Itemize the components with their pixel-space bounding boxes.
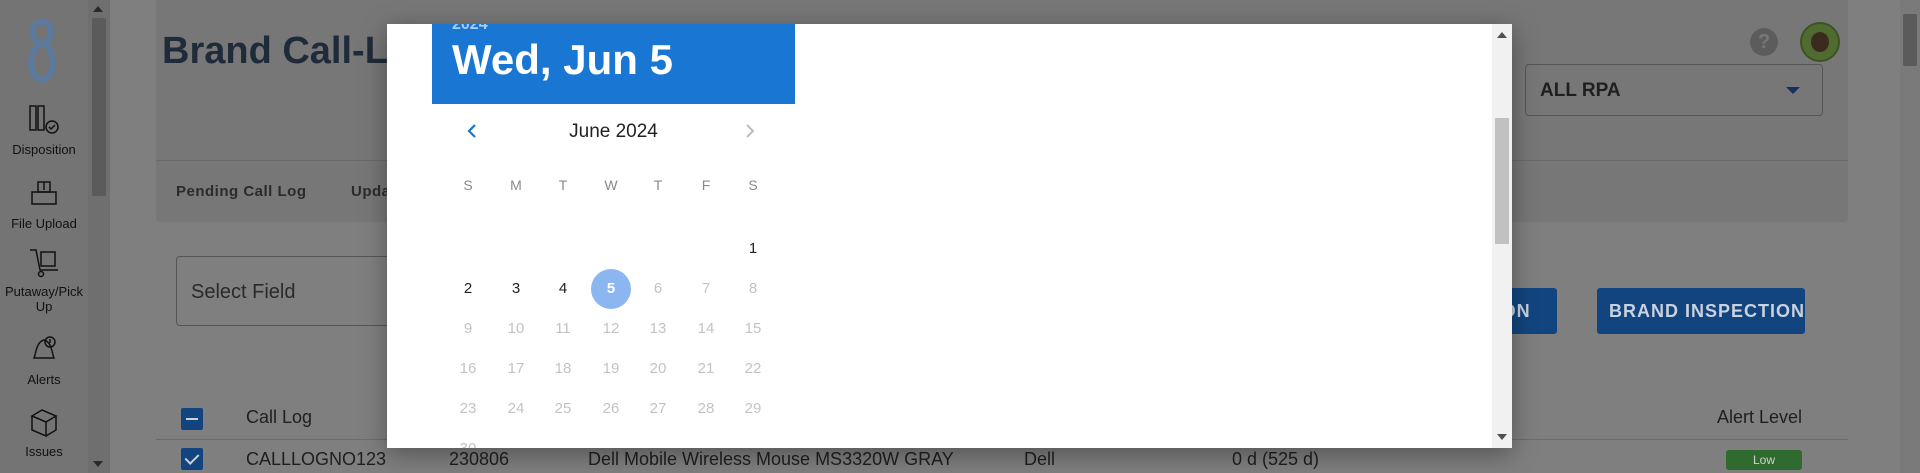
sidebar-item-label: Alerts — [27, 372, 61, 387]
dialog-scrollbar[interactable] — [1492, 24, 1512, 448]
brand-logo — [28, 18, 56, 84]
tab-pending-call-log[interactable]: Pending Call Log — [176, 183, 307, 200]
calendar-day: 19 — [602, 360, 620, 377]
calendar-day: 23 — [459, 400, 477, 417]
month-label: June 2024 — [569, 121, 658, 142]
scrollbar-thumb[interactable] — [1903, 14, 1917, 66]
rpa-select-value: ALL RPA — [1540, 80, 1621, 101]
cell-brand: Dell — [1024, 449, 1056, 469]
scroll-up-arrow-icon[interactable] — [93, 6, 103, 12]
calendar-day: 21 — [697, 360, 715, 377]
avatar[interactable] — [1800, 22, 1840, 62]
scroll-down-arrow-icon[interactable] — [93, 461, 103, 467]
weekday-label: M — [510, 177, 522, 193]
date-picker-selected-date: Wed, Jun 5 — [452, 36, 673, 83]
calendar-day: 26 — [602, 400, 620, 417]
sidebar-item-label: File Upload — [11, 216, 77, 231]
column-header-call-log[interactable]: Call Log — [246, 407, 312, 428]
calendar-day: 12 — [602, 320, 620, 337]
putaway-icon — [30, 249, 58, 278]
sidebar: Disposition File Upload Putaway/Pick Up — [0, 0, 110, 473]
row-checkbox[interactable] — [181, 448, 203, 470]
cell-call-log[interactable]: CALLLOGNO123 — [246, 449, 386, 470]
calendar-day: 24 — [507, 400, 525, 417]
scroll-down-arrow-icon[interactable] — [1497, 434, 1507, 440]
sidebar-item-disposition[interactable]: Disposition — [0, 102, 88, 157]
file-upload-icon — [31, 181, 57, 205]
calendar-day: 25 — [554, 400, 572, 417]
calendar-day: 15 — [744, 320, 762, 337]
weekday-label: S — [463, 177, 473, 193]
weekday-label: F — [701, 177, 711, 193]
cell-age: 0 d (525 d) — [1232, 449, 1320, 469]
calendar-day: 10 — [507, 320, 525, 337]
calendar-day: 27 — [649, 400, 667, 417]
sidebar-item-file-upload[interactable]: File Upload — [0, 176, 88, 231]
scrollbar-thumb[interactable] — [92, 18, 106, 196]
brand-inspection-button[interactable]: BRAND INSPECTION — [1597, 288, 1805, 334]
calendar-day: 22 — [744, 360, 762, 377]
calendar-day: 17 — [507, 360, 525, 377]
calendar-day: 7 — [701, 280, 711, 297]
chevron-right-icon[interactable] — [740, 122, 758, 140]
calendar-day-selected[interactable]: 5 — [591, 269, 631, 309]
page-title: Brand Call-Lo — [162, 30, 412, 72]
cell-product: Dell Mobile Wireless Mouse MS3320W GRAY — [588, 449, 954, 469]
weekday-label: T — [653, 177, 663, 193]
calendar-day: 28 — [697, 400, 715, 417]
calendar-day: 9 — [463, 320, 473, 337]
tab-update[interactable]: Upda — [351, 183, 391, 200]
weekday-label: T — [558, 177, 568, 193]
calendar-day: 11 — [555, 320, 571, 337]
disposition-icon — [29, 105, 59, 134]
calendar-day[interactable]: 4 — [543, 269, 583, 309]
chevron-down-icon — [1786, 87, 1800, 94]
sidebar-item-alerts[interactable]: Alerts — [0, 332, 88, 387]
help-icon[interactable]: ? — [1750, 28, 1778, 56]
select-all-checkbox[interactable] — [181, 408, 203, 430]
date-picker-year[interactable]: 2024 — [452, 24, 488, 34]
scrollbar-thumb[interactable] — [1495, 118, 1509, 244]
calendar-day: 16 — [459, 360, 477, 377]
issues-icon — [30, 409, 58, 438]
sidebar-item-issues[interactable]: Issues — [0, 404, 88, 459]
column-header-alert-level[interactable]: Alert Level — [1717, 407, 1802, 428]
calendar-day: 6 — [653, 280, 663, 297]
sidebar-item-putaway[interactable]: Putaway/Pick Up — [0, 244, 88, 314]
weekday-label: S — [748, 177, 758, 193]
date-picker-dialog: 2024 Wed, Jun 5 June 2024 SMTWTFS 123456… — [387, 24, 1512, 448]
calendar-day[interactable]: 1 — [733, 229, 773, 269]
rpa-select[interactable]: ALL RPA — [1525, 64, 1823, 116]
date-picker-header: 2024 Wed, Jun 5 — [432, 24, 795, 104]
calendar-day: 20 — [649, 360, 667, 377]
sidebar-item-label: Issues — [25, 444, 63, 459]
sidebar-scrollbar[interactable] — [88, 0, 110, 473]
cell-number: 230806 — [449, 449, 510, 469]
status-badge: Low — [1726, 450, 1802, 470]
calendar-day: 14 — [697, 320, 715, 337]
sidebar-item-label: Putaway/Pick Up — [4, 284, 84, 314]
sidebar-item-label: Disposition — [12, 142, 76, 157]
page-scrollbar[interactable] — [1900, 0, 1920, 473]
scroll-up-arrow-icon[interactable] — [1497, 32, 1507, 38]
calendar-day[interactable]: 3 — [496, 269, 536, 309]
alerts-icon — [32, 336, 56, 359]
calendar-day: 29 — [744, 400, 762, 417]
weekday-label: W — [604, 177, 618, 193]
calendar-day[interactable]: 2 — [448, 269, 488, 309]
calendar-day: 8 — [748, 280, 758, 297]
calendar-day: 18 — [554, 360, 572, 377]
calendar-day: 30 — [448, 429, 488, 448]
calendar-day: 13 — [649, 320, 667, 337]
